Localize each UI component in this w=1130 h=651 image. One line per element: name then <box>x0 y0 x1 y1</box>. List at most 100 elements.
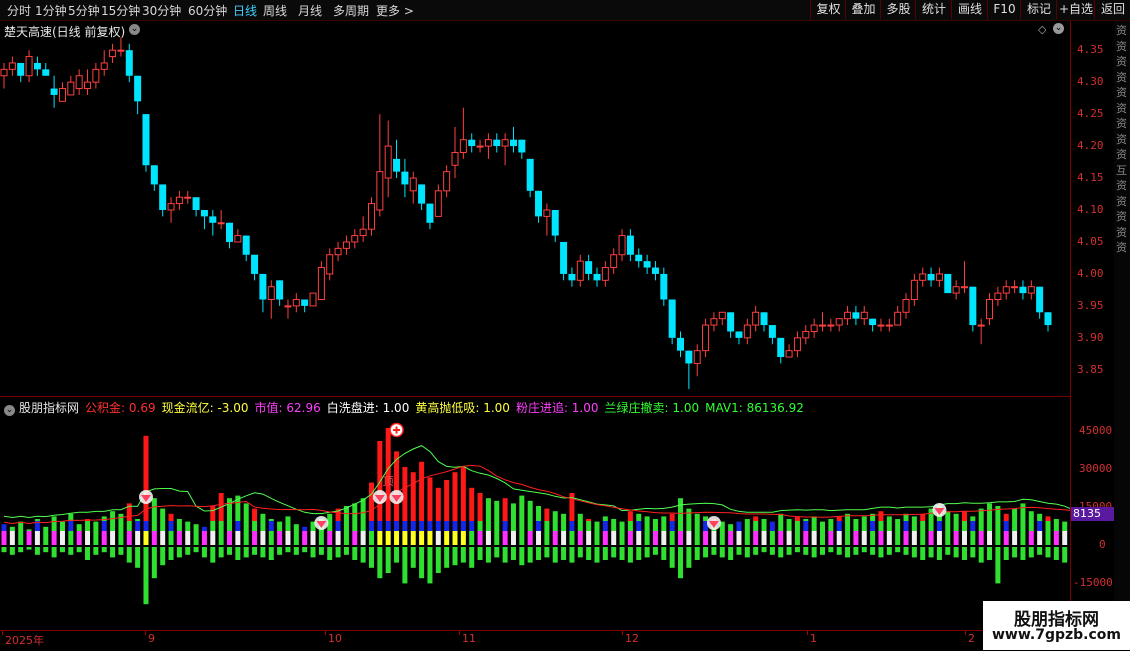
bar-segment-mid <box>961 521 967 531</box>
candle-body <box>393 158 401 172</box>
top-bubble-text: 顶 <box>383 475 394 488</box>
toolbar-button[interactable]: +自选 <box>1056 0 1095 19</box>
candle-body <box>927 273 935 281</box>
bar-segment-top <box>920 513 926 521</box>
bar-segment-mid <box>460 521 466 531</box>
bar-segment-mid <box>385 521 391 531</box>
indicator-value: 黄高抛低吸: 1.00 <box>415 401 510 415</box>
candle-body <box>175 196 183 205</box>
indicator-bar <box>510 503 516 560</box>
bar-segment-base <box>928 531 934 545</box>
toolbar-button[interactable]: 复权 <box>810 0 846 19</box>
bar-negative <box>719 547 725 558</box>
toolbar-button[interactable]: F10 <box>987 0 1021 19</box>
price-chart-panel[interactable]: 楚天高速(日线 前复权) ⌄ ◇ ⌄ <box>0 21 1070 396</box>
bar-segment-top <box>485 498 491 521</box>
toolbar-button[interactable]: 统计 <box>915 0 952 19</box>
bar-segment-base <box>911 531 917 545</box>
timeframe-tab[interactable]: 15分钟 <box>101 2 140 19</box>
bar-segment-mid <box>861 521 867 531</box>
timeframe-tab[interactable]: 分时 <box>7 2 31 19</box>
indicator-options-icon[interactable]: ⌄ <box>4 405 15 416</box>
candle <box>301 299 309 313</box>
indicator-chart[interactable]: 顶 <box>0 397 1070 630</box>
bar-negative <box>895 547 901 553</box>
bar-segment-mid <box>903 521 909 531</box>
indicator-bar <box>227 498 233 555</box>
toolbar-button[interactable]: 叠加 <box>845 0 881 19</box>
bar-segment-base <box>870 531 876 545</box>
timeframe-tab[interactable]: 周线 <box>263 2 287 19</box>
candle-body <box>585 261 593 274</box>
bar-segment-base <box>385 531 391 545</box>
indicator-bar <box>920 513 926 560</box>
candle <box>969 286 977 332</box>
date-tick <box>325 631 326 635</box>
toolbar-button[interactable]: 多股 <box>880 0 916 19</box>
indicator-panel[interactable]: 顶 ⌄ 股朋指标网 公积金: 0.69 现金流亿: -3.00 市值: 62.96 白洗盘… <box>0 397 1070 630</box>
timeframe-tab[interactable]: 1分钟 <box>35 2 67 19</box>
indicator-bar <box>302 526 308 553</box>
toolbar-button[interactable]: 画线 <box>951 0 988 19</box>
diamond-icon[interactable]: ◇ <box>1038 23 1046 36</box>
bar-segment-mid <box>118 521 124 531</box>
bar-segment-mid <box>402 521 408 531</box>
indicator-bar <box>1028 511 1034 558</box>
bar-segment-mid <box>243 521 249 531</box>
bar-segment-base <box>878 531 884 545</box>
indicator-bar <box>602 516 608 560</box>
timeframe-tab[interactable]: 30分钟 <box>142 2 181 19</box>
indicator-bar <box>961 511 967 560</box>
settings-icon[interactable]: ⌄ <box>1053 23 1064 34</box>
timeframe-tab[interactable]: 日线 <box>233 2 257 19</box>
bar-segment-mid <box>18 521 24 531</box>
indicator-value-number: 1.00 <box>479 401 510 415</box>
indicator-value: 粉庄进追: 1.00 <box>516 401 599 415</box>
candle-body <box>518 139 526 153</box>
timeframe-tab[interactable]: 5分钟 <box>68 2 100 19</box>
bar-segment-mid <box>519 521 525 531</box>
indicator-bar <box>686 508 692 568</box>
bar-segment-top <box>911 516 917 521</box>
bar-segment-base <box>469 531 475 545</box>
bar-segment-mid <box>59 521 65 531</box>
chart-options-icon[interactable]: ⌄ <box>129 24 140 35</box>
bar-segment-mid <box>277 521 283 531</box>
indicator-bar <box>627 511 633 563</box>
bar-segment-top <box>995 506 1001 521</box>
timeframe-tab[interactable]: 更多 > <box>376 2 414 19</box>
candlestick-chart[interactable] <box>0 21 1070 396</box>
bar-negative <box>845 547 851 558</box>
candle <box>484 133 492 159</box>
bar-negative <box>1062 547 1068 563</box>
timeframe-tab[interactable]: 月线 <box>298 2 322 19</box>
indicator-bar <box>135 519 141 568</box>
timeframe-tab[interactable]: 多周期 <box>333 2 369 19</box>
indicator-bar <box>360 498 366 563</box>
bar-segment-base <box>343 531 349 545</box>
candle <box>585 254 593 281</box>
bar-segment-base <box>703 531 709 545</box>
price-tick-label: 4.05 <box>1077 234 1104 248</box>
bar-segment-mid <box>1045 521 1051 531</box>
indicator-bar <box>151 498 157 579</box>
candle <box>551 210 559 242</box>
candle-body <box>459 139 467 153</box>
bar-segment-mid <box>502 521 508 531</box>
candle <box>1019 280 1027 300</box>
toolbar-button[interactable]: 返回 <box>1094 0 1130 19</box>
bar-segment-base <box>218 531 224 545</box>
toolbar-button[interactable]: 标记 <box>1020 0 1057 19</box>
candle <box>142 114 150 172</box>
bar-segment-base <box>786 531 792 545</box>
bar-segment-top <box>945 511 951 521</box>
indicator-tick-label: 30000 <box>1079 462 1113 475</box>
timeframe-tab[interactable]: 60分钟 <box>188 2 227 19</box>
bar-segment-base <box>853 531 859 545</box>
bar-negative <box>201 547 207 558</box>
indicator-bar <box>953 513 959 558</box>
bar-segment-top <box>895 519 901 521</box>
candle <box>860 305 868 326</box>
bar-segment-mid <box>536 521 542 531</box>
candle-body <box>1044 312 1052 326</box>
